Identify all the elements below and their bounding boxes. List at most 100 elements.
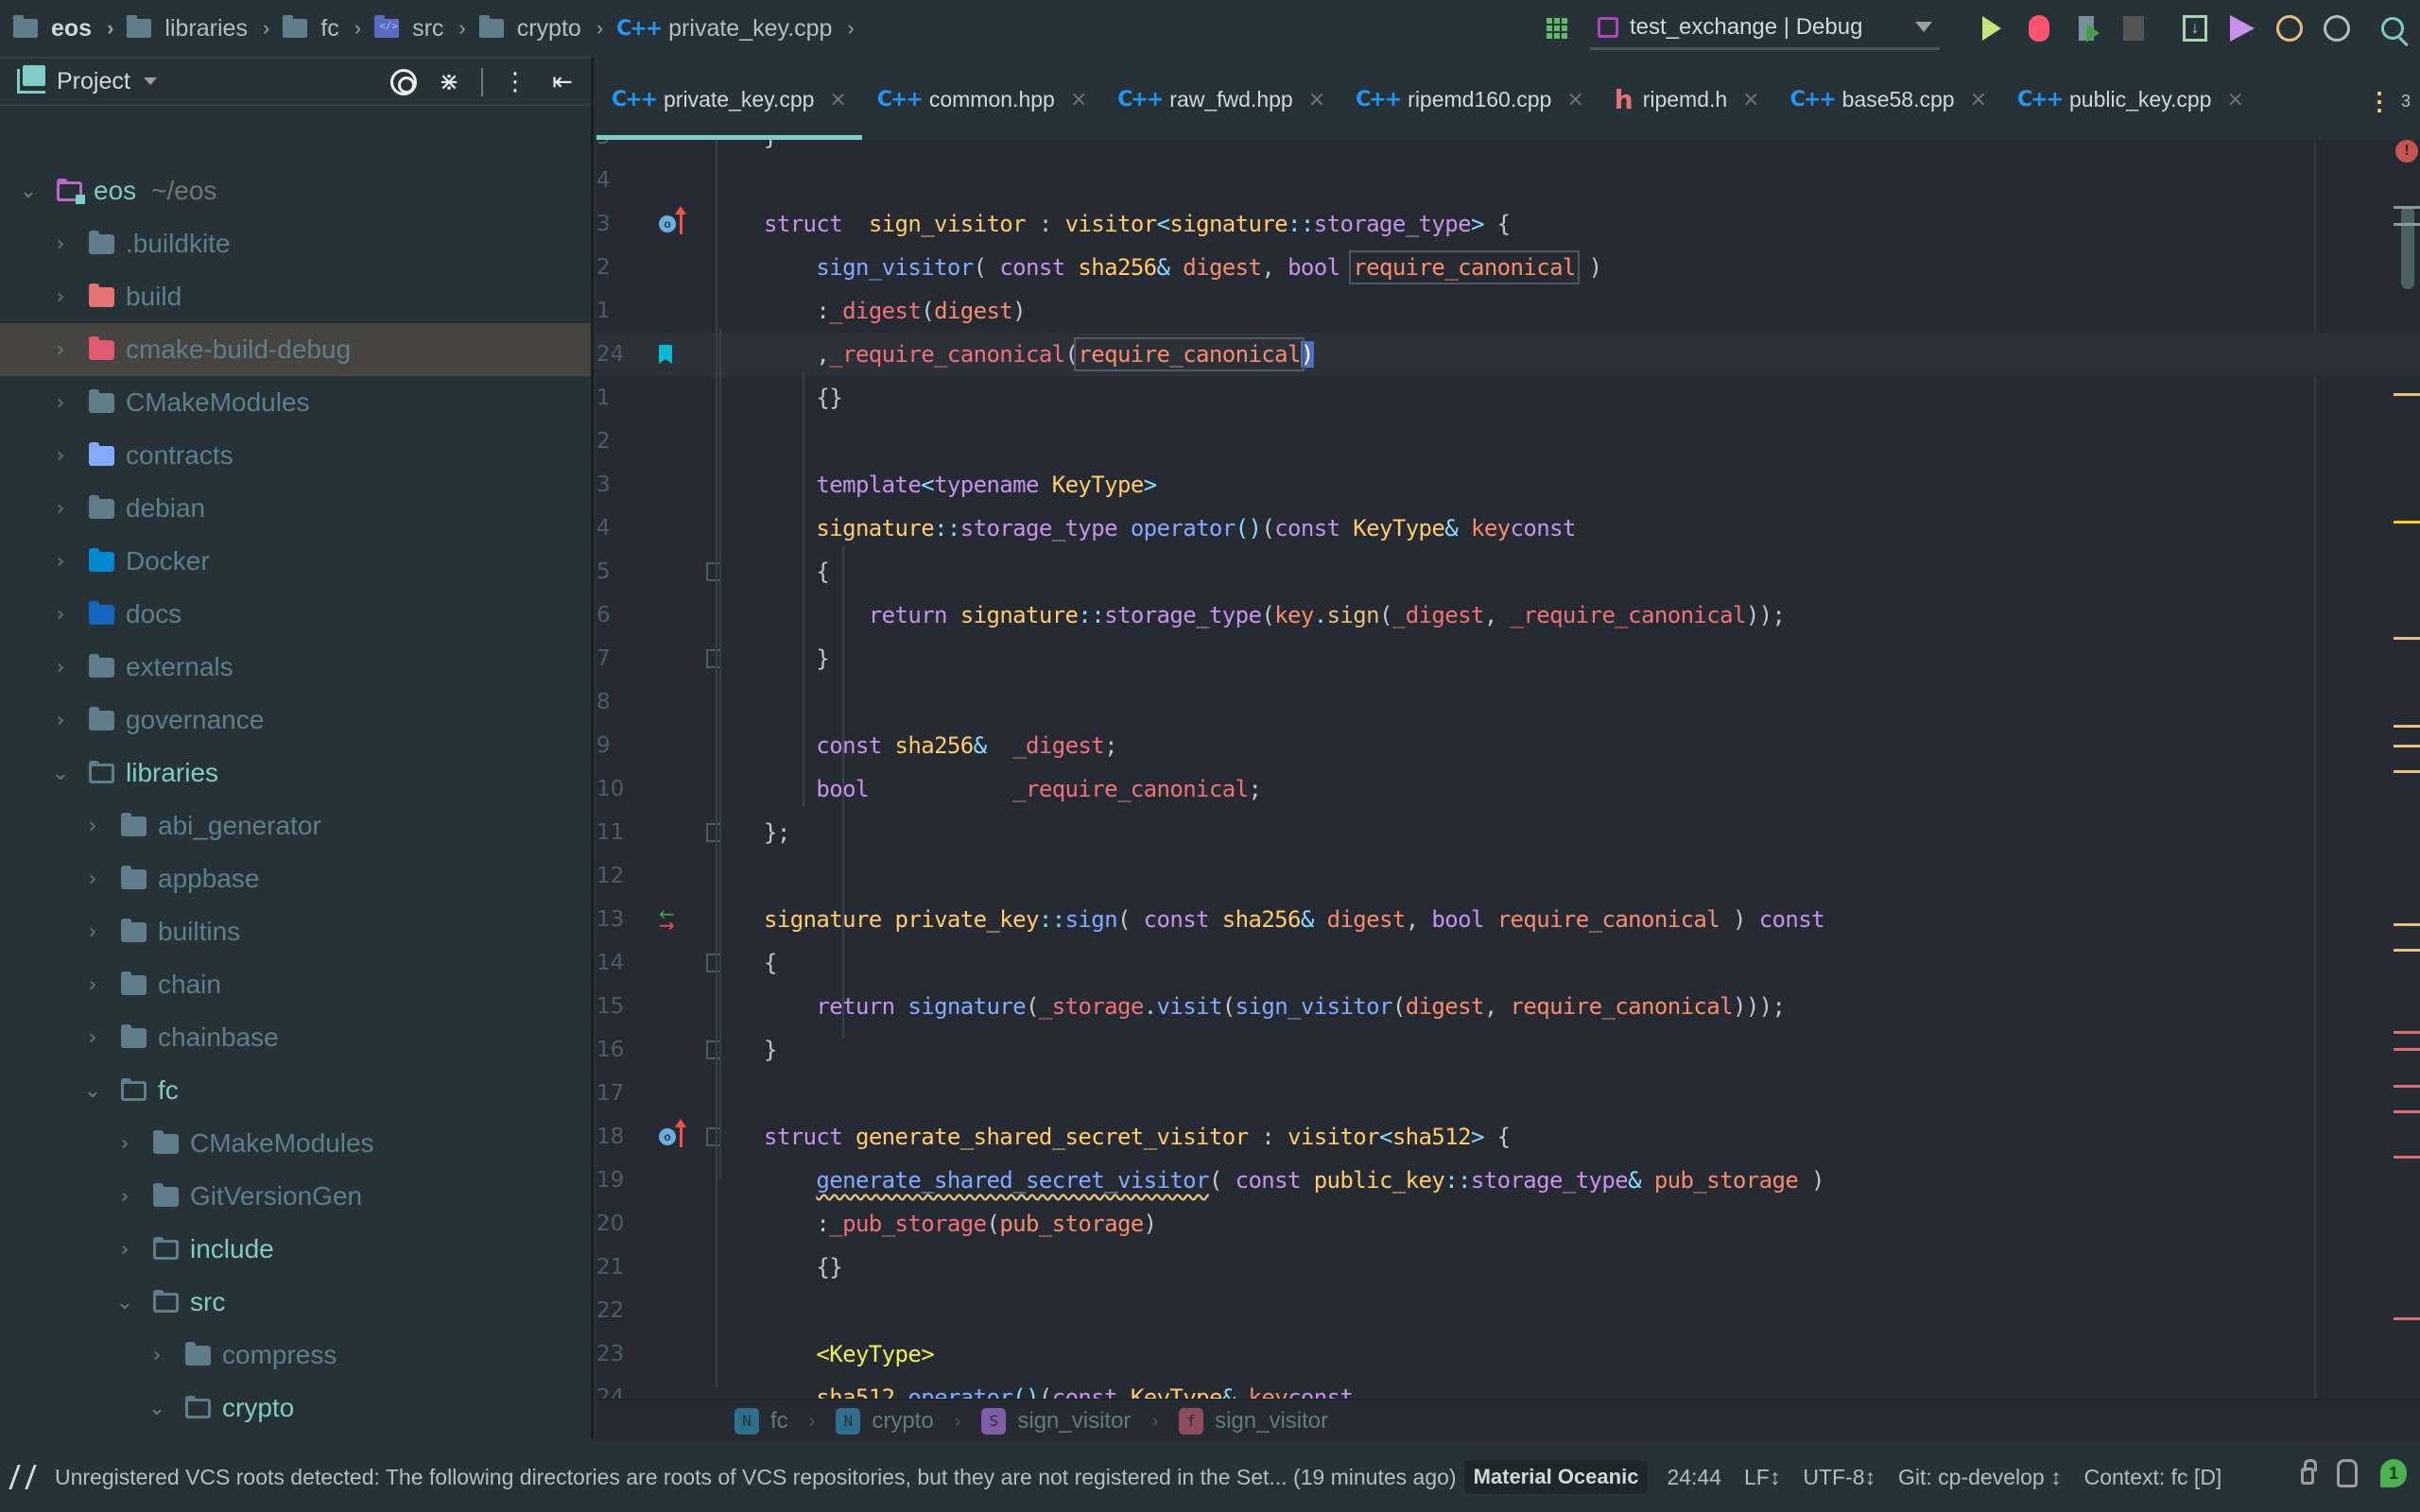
tree-item-cmakemodules[interactable]: › CMakeModules: [0, 376, 591, 429]
override-gutter[interactable]: o: [659, 1119, 697, 1151]
tab-ripemd-h[interactable]: h ripemd.h ×: [1599, 59, 1775, 140]
error-stripe-marker[interactable]: [2394, 1048, 2420, 1051]
tree-item-cmake-build-debug[interactable]: › cmake-build-debug: [0, 323, 591, 376]
chevron-right-icon[interactable]: ›: [49, 285, 72, 309]
vcs-update-button[interactable]: ↓: [2176, 9, 2214, 47]
code-line[interactable]: 10 bool _require_canonical;: [596, 767, 2420, 811]
tab-private-key-cpp[interactable]: C++ private_key.cpp ×: [596, 59, 862, 140]
line-number[interactable]: 17: [596, 1081, 653, 1106]
chevron-right-icon[interactable]: ›: [81, 1026, 104, 1050]
error-stripe-marker[interactable]: [2394, 745, 2420, 747]
status-message[interactable]: Unregistered VCS roots detected: The fol…: [55, 1465, 1457, 1490]
error-stripe-marker[interactable]: [2394, 1156, 2420, 1159]
tabs-overflow[interactable]: ⋮ 3: [2367, 87, 2411, 116]
code-line[interactable]: 22: [596, 1289, 2420, 1332]
code-line[interactable]: 15 return signature(_storage.visit(sign_…: [596, 985, 2420, 1028]
nav-crumb-src[interactable]: src ›: [374, 15, 479, 43]
line-number[interactable]: 6: [596, 603, 653, 627]
lock-icon[interactable]: [2301, 1459, 2317, 1485]
debug-button[interactable]: [2020, 9, 2058, 47]
tab-base58-cpp[interactable]: C++ base58.cpp ×: [1775, 59, 2002, 140]
code-line[interactable]: 11};: [596, 811, 2420, 854]
line-number[interactable]: 24: [596, 1385, 653, 1399]
nav-crumb-eos[interactable]: eos ›: [13, 15, 127, 43]
tree-item-appbase[interactable]: › appbase: [0, 852, 591, 905]
tree-item-docs[interactable]: › docs: [0, 588, 591, 641]
tree-item-eos[interactable]: ⌄ eos ~/eos: [0, 164, 591, 217]
close-icon[interactable]: ×: [829, 88, 846, 112]
code-line[interactable]: 24 ,_require_canonical(require_canonical…: [596, 333, 2420, 376]
chevron-down-icon[interactable]: [143, 77, 157, 85]
error-stripe-marker[interactable]: [2394, 1031, 2420, 1034]
tree-item-compress[interactable]: › compress: [0, 1329, 591, 1382]
notifications-badge[interactable]: 1: [2380, 1459, 2407, 1487]
chevron-right-icon[interactable]: ›: [113, 1185, 136, 1209]
code-crumb-namespace[interactable]: Ncrypto: [836, 1408, 934, 1435]
line-number[interactable]: 1: [596, 386, 653, 410]
chevron-right-icon[interactable]: ›: [49, 656, 72, 679]
code-line[interactable]: 7 }: [596, 637, 2420, 680]
error-stripe-marker[interactable]: [2394, 1110, 2420, 1113]
chevron-right-icon[interactable]: ›: [49, 709, 72, 732]
line-number[interactable]: 19: [596, 1168, 653, 1193]
line-number[interactable]: 20: [596, 1211, 653, 1236]
chevron-right-icon[interactable]: ›: [81, 815, 104, 838]
chevron-right-icon[interactable]: ›: [49, 497, 72, 521]
close-icon[interactable]: ×: [1970, 88, 1987, 112]
locate-icon[interactable]: [390, 69, 417, 95]
chevron-right-icon[interactable]: ›: [81, 973, 104, 997]
line-number[interactable]: 22: [596, 1298, 653, 1323]
code-line[interactable]: 8: [596, 680, 2420, 724]
line-number[interactable]: 11: [596, 820, 653, 845]
nav-crumb-libraries[interactable]: libraries ›: [127, 15, 283, 43]
error-stripe-marker[interactable]: [2394, 923, 2420, 926]
chevron-down-icon[interactable]: ⌄: [81, 1079, 104, 1103]
code-line[interactable]: 24 sha512 operator()(const KeyType& keyc…: [596, 1376, 2420, 1399]
project-structure-icon[interactable]: [1547, 18, 1567, 39]
code-line[interactable]: 6 return signature::storage_type(key.sig…: [596, 593, 2420, 637]
error-stripe-marker[interactable]: [2394, 770, 2420, 773]
close-icon[interactable]: ×: [1566, 88, 1583, 112]
chevron-right-icon[interactable]: ›: [113, 1238, 136, 1262]
tree-item-fc[interactable]: ⌄ fc: [0, 1064, 591, 1117]
resolve-context[interactable]: Context: fc [D]: [2084, 1465, 2222, 1490]
code-line[interactable]: 23 <KeyType>: [596, 1332, 2420, 1376]
close-icon[interactable]: ×: [1742, 88, 1759, 112]
stop-button[interactable]: [2115, 9, 2152, 47]
vcs-push-button[interactable]: [2223, 9, 2261, 47]
line-number[interactable]: 13: [596, 907, 653, 932]
chevron-right-icon[interactable]: ›: [49, 550, 72, 574]
project-view-title[interactable]: Project: [57, 68, 130, 95]
code-crumb-struct[interactable]: Ssign_visitor: [981, 1408, 1131, 1435]
search-everywhere-button[interactable]: [2377, 9, 2415, 47]
tree-item-src[interactable]: ⌄ src: [0, 1276, 591, 1329]
tree-item-builtins[interactable]: › builtins: [0, 905, 591, 958]
code-line[interactable]: 5 {: [596, 550, 2420, 593]
chevron-right-icon[interactable]: ›: [49, 232, 72, 256]
tree-item-chainbase[interactable]: › chainbase: [0, 1011, 591, 1064]
tree-item-contracts[interactable]: › contracts: [0, 429, 591, 482]
tab-public-key-cpp[interactable]: C++ public_key.cpp ×: [2002, 59, 2259, 140]
line-number[interactable]: 21: [596, 1255, 653, 1280]
tree-item-chain[interactable]: › chain: [0, 958, 591, 1011]
tree-item-build[interactable]: › build: [0, 270, 591, 323]
close-icon[interactable]: ×: [2226, 88, 2243, 112]
code-line[interactable]: 2 sign_visitor( const sha256& digest, bo…: [596, 246, 2420, 289]
tree-item-include[interactable]: › include: [0, 1223, 591, 1276]
line-number[interactable]: 2: [596, 255, 653, 280]
error-stripe-marker[interactable]: [2394, 223, 2420, 226]
theme-switcher[interactable]: Material Oceanic: [1463, 1460, 1649, 1494]
code-line[interactable]: 19 generate_shared_secret_visitor( const…: [596, 1159, 2420, 1202]
tree-item-debian[interactable]: › debian: [0, 482, 591, 535]
more-tabs-icon[interactable]: ⋮: [2367, 87, 2392, 116]
chevron-down-icon[interactable]: ⌄: [17, 180, 40, 203]
code-line[interactable]: 9 const sha256& _digest;: [596, 724, 2420, 767]
chevron-right-icon[interactable]: ›: [81, 868, 104, 891]
error-stripe-marker[interactable]: [2394, 1085, 2420, 1088]
line-number[interactable]: 10: [596, 777, 653, 801]
code-line[interactable]: 3 template<typename KeyType>: [596, 463, 2420, 507]
line-number[interactable]: 18: [596, 1125, 653, 1149]
line-number[interactable]: 4: [596, 168, 653, 193]
chevron-right-icon[interactable]: ›: [49, 603, 72, 627]
tree-item-externals[interactable]: › externals: [0, 641, 591, 694]
